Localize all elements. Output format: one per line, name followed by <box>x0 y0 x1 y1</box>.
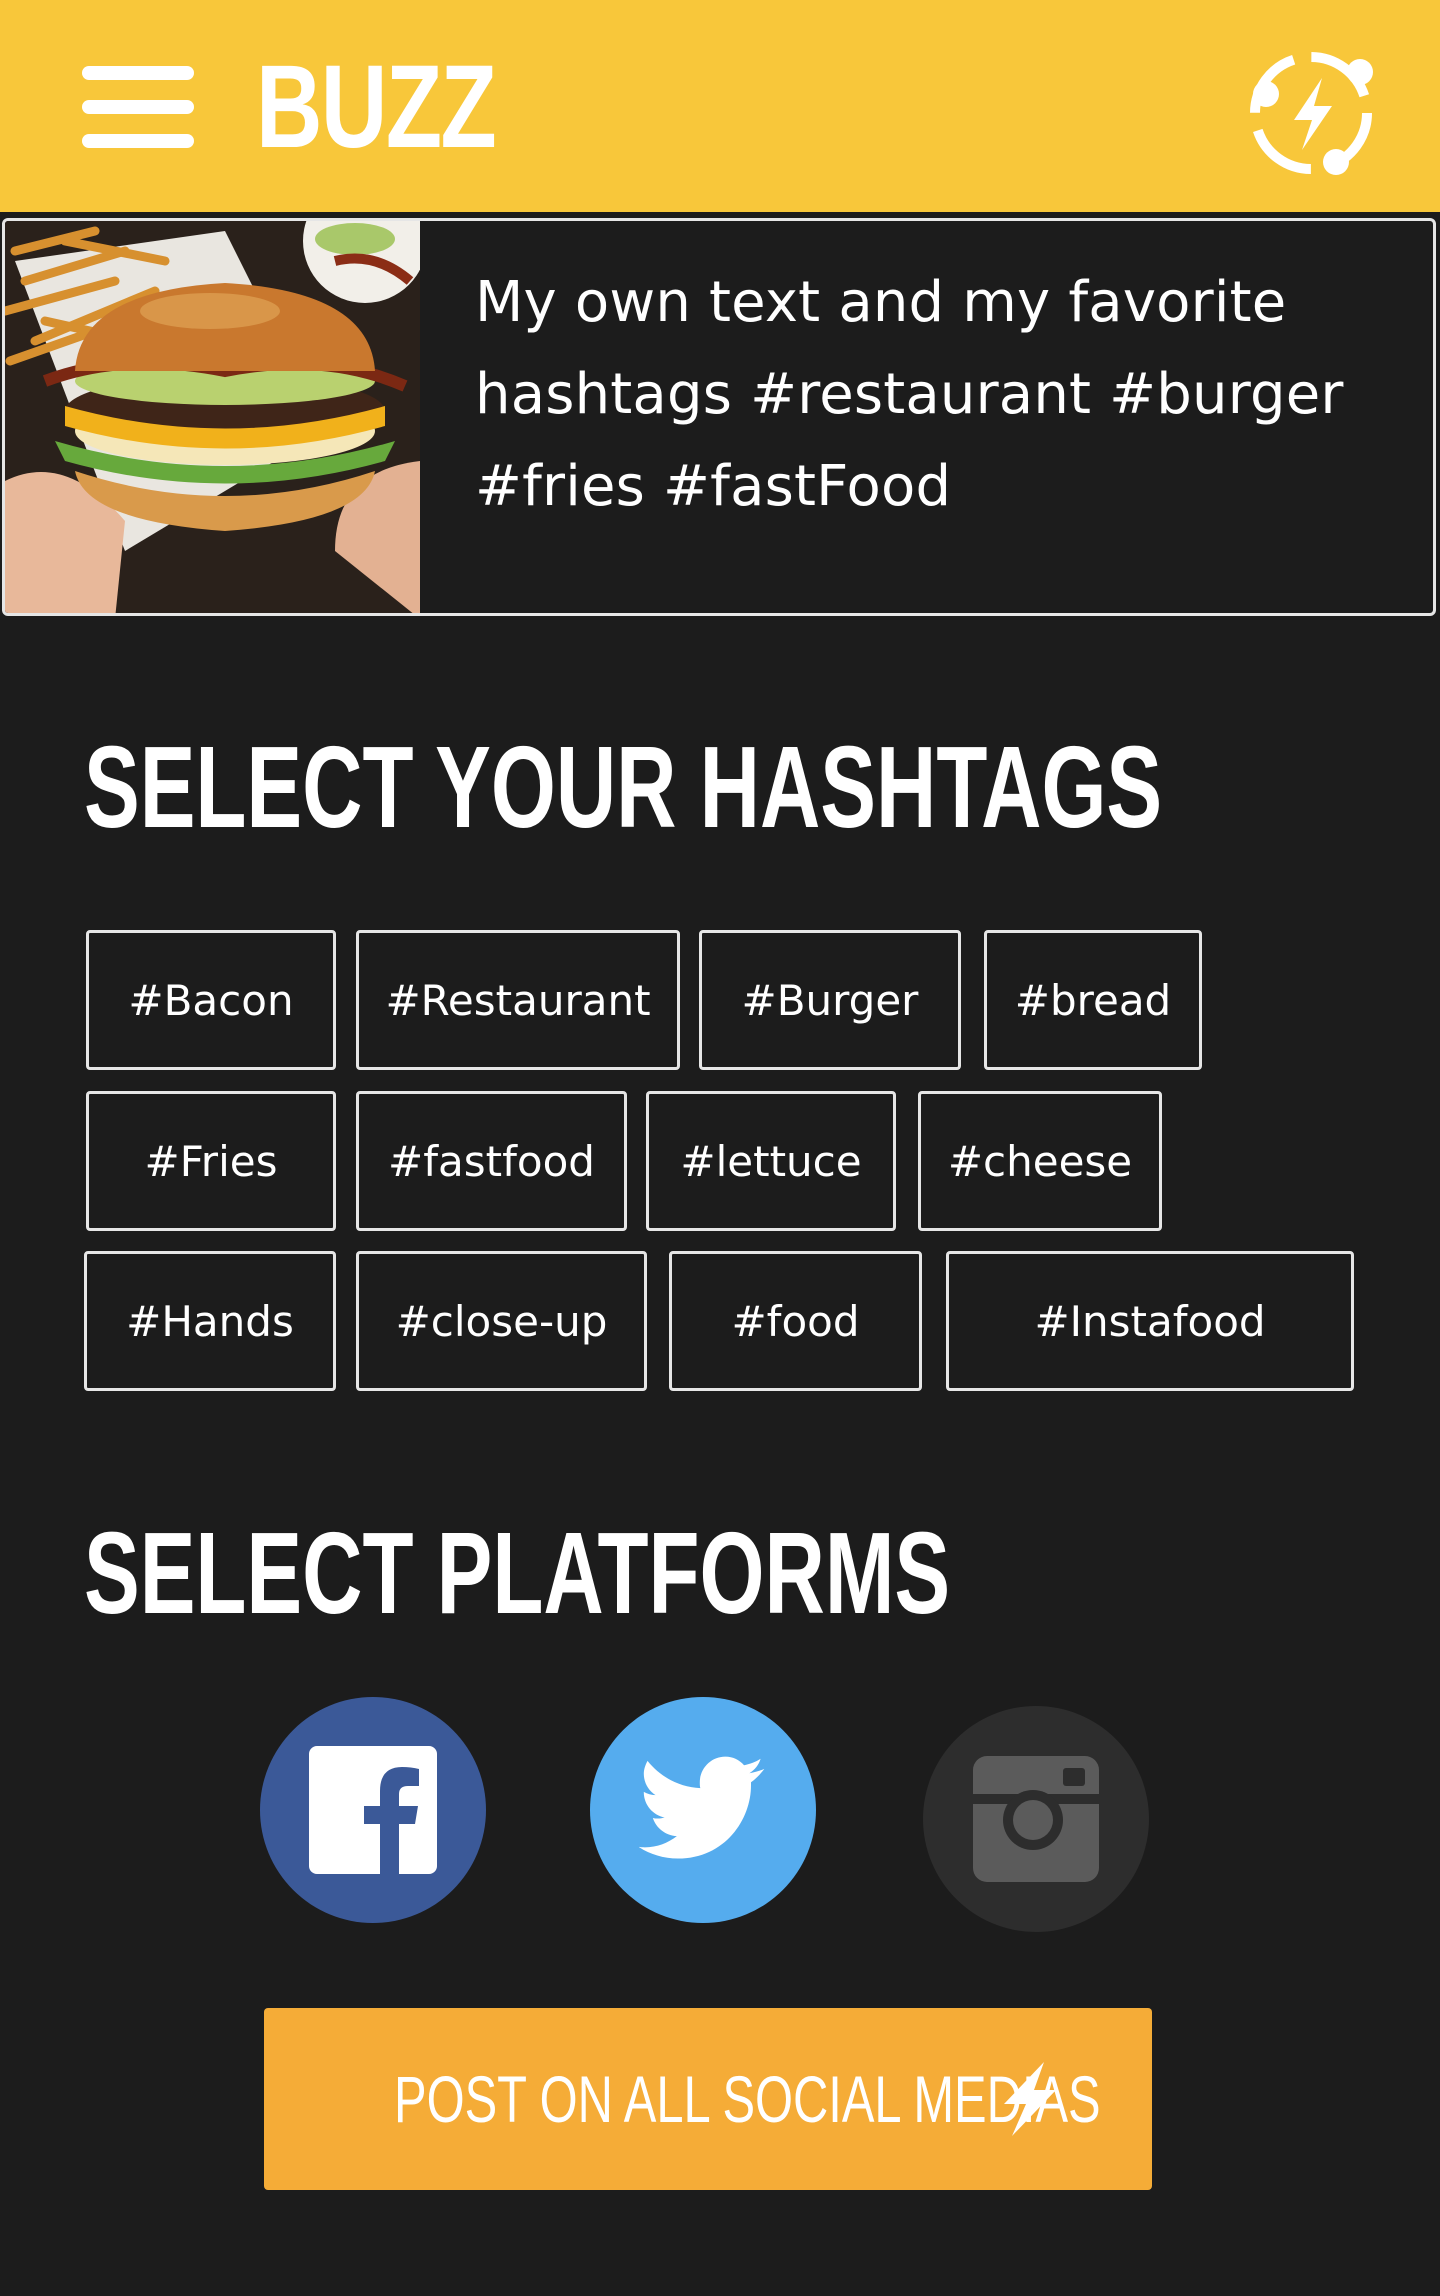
facebook-icon <box>309 1746 437 1874</box>
hashtag-chip-cheese[interactable]: #cheese <box>918 1091 1162 1231</box>
hashtag-chip-bacon[interactable]: #Bacon <box>86 930 336 1070</box>
hashtags-section-title: SELECT YOUR HASHTAGS <box>84 722 1163 852</box>
hashtag-chip-restaurant[interactable]: #Restaurant <box>356 930 680 1070</box>
platform-instagram[interactable] <box>923 1706 1149 1932</box>
hashtag-chip-lettuce[interactable]: #lettuce <box>646 1091 896 1231</box>
hashtag-chip-food[interactable]: #food <box>669 1251 922 1391</box>
post-all-button[interactable]: POST ON ALL SOCIAL MEDIAS <box>264 2008 1152 2190</box>
hashtag-chip-hands[interactable]: #Hands <box>84 1251 336 1391</box>
app-header: BUZZ <box>0 0 1440 212</box>
hashtag-chip-burger[interactable]: #Burger <box>699 930 961 1070</box>
platforms-section-title: SELECT PLATFORMS <box>84 1508 951 1638</box>
hashtag-chip-bread[interactable]: #bread <box>984 930 1202 1070</box>
instagram-icon <box>973 1756 1099 1882</box>
app-logo: BUZZ <box>256 41 497 173</box>
hamburger-menu-icon[interactable] <box>82 64 194 150</box>
burger-photo <box>5 221 420 613</box>
lightning-bolt-icon <box>1004 2062 1056 2136</box>
lightning-share-icon[interactable] <box>1236 38 1386 188</box>
platform-twitter[interactable] <box>590 1697 816 1923</box>
hashtag-chip-fries[interactable]: #Fries <box>86 1091 336 1231</box>
hashtag-chip-fastfood[interactable]: #fastfood <box>356 1091 627 1231</box>
platform-facebook[interactable] <box>260 1697 486 1923</box>
post-text[interactable]: My own text and my favorite hashtags #re… <box>475 257 1375 533</box>
post-preview-card: My own text and my favorite hashtags #re… <box>2 218 1436 616</box>
twitter-icon <box>639 1756 765 1859</box>
hashtag-chip-instafood[interactable]: #Instafood <box>946 1251 1354 1391</box>
hashtag-chip-close-up[interactable]: #close-up <box>356 1251 647 1391</box>
